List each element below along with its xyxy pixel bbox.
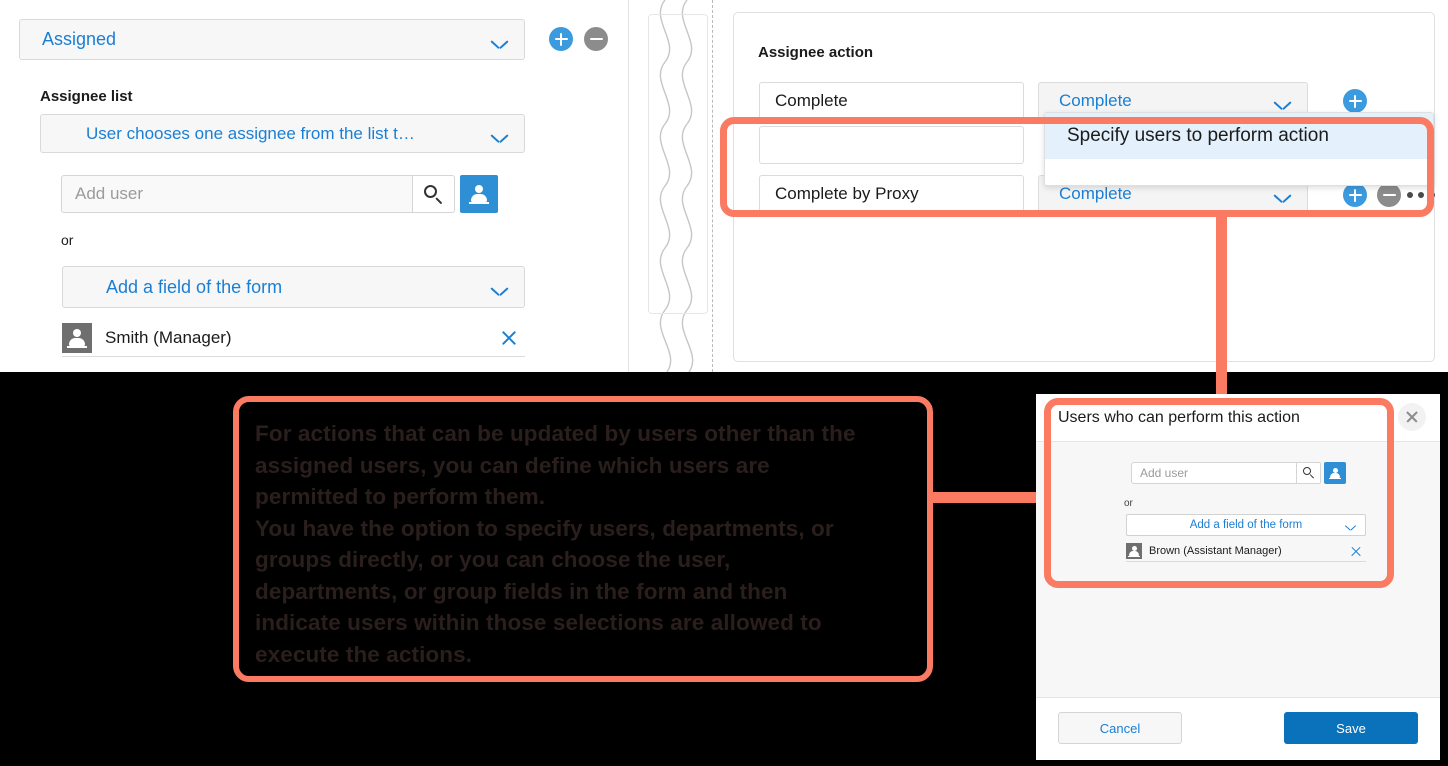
search-icon [424, 184, 443, 204]
chevron-down-icon [1274, 101, 1291, 110]
search-icon [1302, 467, 1315, 479]
assigned-select-value: Assigned [42, 29, 117, 49]
connector-line-vertical [1216, 212, 1227, 402]
assignee-list-title: Assignee list [40, 88, 133, 105]
annotation-callout: For actions that can be updated by users… [233, 396, 933, 682]
panel-divider [628, 0, 629, 372]
assignee-chip: Smith (Manager) [62, 320, 525, 357]
dialog-add-user-placeholder: Add user [1140, 466, 1189, 480]
chevron-down-icon [491, 287, 508, 296]
chevron-down-icon [491, 40, 508, 49]
close-x-icon[interactable] [499, 328, 519, 348]
add-field-select-value: Add a field of the form [106, 276, 283, 297]
dialog-add-field-value: Add a field of the form [1189, 519, 1303, 531]
remove-assignee-button[interactable] [584, 27, 608, 51]
user-icon [1329, 467, 1341, 479]
assignee-action-panel: Assignee action Complete Complete Comple… [713, 0, 1448, 372]
dialog-user-chip: Brown (Assistant Manager) [1126, 541, 1366, 562]
annotation-line-8: execute the actions. [255, 641, 473, 667]
search-button[interactable] [413, 175, 455, 213]
user-picker-button[interactable] [460, 175, 498, 213]
user-icon [469, 184, 489, 204]
action-type-value-3: Complete [1059, 184, 1132, 203]
annotation-line-1: For actions that can be updated by users… [255, 421, 856, 446]
assignee-action-title: Assignee action [758, 44, 874, 61]
or-label: or [61, 232, 74, 248]
annotation-line-2: assigned users, you can define which use… [255, 452, 770, 478]
ellipsis-icon[interactable] [1407, 192, 1435, 198]
close-icon[interactable] [1398, 403, 1426, 431]
action-type-dropdown-menu: Specify users to perform action [1044, 112, 1434, 186]
plus-icon-v [559, 32, 563, 46]
close-x-icon[interactable] [1350, 545, 1362, 557]
annotation-line-6: departments, or group fields in the form… [255, 578, 788, 604]
assigned-select[interactable]: Assigned [19, 19, 525, 60]
chevron-down-icon [1345, 525, 1356, 531]
dialog-or-label: or [1124, 498, 1133, 509]
dialog-add-user-row: Add user [1131, 462, 1346, 484]
dialog-footer: Cancel Save [1036, 697, 1440, 760]
user-avatar-icon [62, 323, 92, 353]
save-button[interactable]: Save [1284, 712, 1418, 744]
dropdown-option-specify-users[interactable]: Specify users to perform action [1045, 113, 1433, 159]
add-user-placeholder: Add user [75, 184, 144, 203]
annotation-line-7: indicate users within those selections a… [255, 610, 822, 635]
assignee-mode-value: User chooses one assignee from the list … [86, 123, 415, 143]
dialog-body: Add user or Add a field of the form Brow… [1036, 442, 1440, 697]
annotation-line-3: permitted to perform them. [255, 484, 546, 509]
screenshot-stage: Assigned Assignee list User chooses one … [0, 0, 1448, 766]
top-screenshot-region: Assigned Assignee list User chooses one … [0, 0, 1448, 372]
chevron-down-icon [491, 134, 508, 143]
dialog-title: Users who can perform this action [1058, 408, 1300, 426]
add-field-select[interactable]: Add a field of the form [62, 266, 525, 308]
annotation-line-5: groups directly, or you can choose the u… [255, 547, 731, 572]
add-action-row-button-1[interactable] [1343, 89, 1367, 113]
add-assignee-button[interactable] [549, 27, 573, 51]
dialog-search-button[interactable] [1297, 462, 1321, 484]
add-user-input[interactable]: Add user [61, 175, 413, 213]
dialog-user-chip-name: Brown (Assistant Manager) [1149, 545, 1282, 557]
dialog-header: Users who can perform this action [1036, 394, 1440, 442]
action-name-input-1[interactable]: Complete [759, 82, 1024, 120]
annotation-line-4: You have the option to specify users, de… [255, 515, 834, 541]
remove-action-row-button-3[interactable] [1377, 183, 1401, 207]
dialog-add-user-input[interactable]: Add user [1131, 462, 1297, 484]
users-permission-dialog: Users who can perform this action Add us… [1036, 394, 1440, 760]
dialog-user-picker-button[interactable] [1324, 462, 1346, 484]
partial-card-outline [648, 14, 708, 314]
action-name-input-2[interactable] [759, 126, 1024, 164]
assignee-settings-panel: Assigned Assignee list User chooses one … [0, 0, 628, 372]
action-type-value-1: Complete [1059, 91, 1132, 110]
minus-icon [589, 37, 603, 41]
assignee-mode-select[interactable]: User chooses one assignee from the list … [40, 114, 525, 153]
cancel-button[interactable]: Cancel [1058, 712, 1182, 744]
add-user-row: Add user [61, 175, 498, 213]
action-name-input-3[interactable]: Complete by Proxy [759, 175, 1024, 213]
user-avatar-icon [1126, 543, 1142, 559]
assignee-chip-name: Smith (Manager) [105, 328, 232, 347]
chevron-down-icon [1274, 194, 1291, 203]
dialog-add-field-select[interactable]: Add a field of the form [1126, 514, 1366, 536]
add-action-row-button-3[interactable] [1343, 183, 1367, 207]
